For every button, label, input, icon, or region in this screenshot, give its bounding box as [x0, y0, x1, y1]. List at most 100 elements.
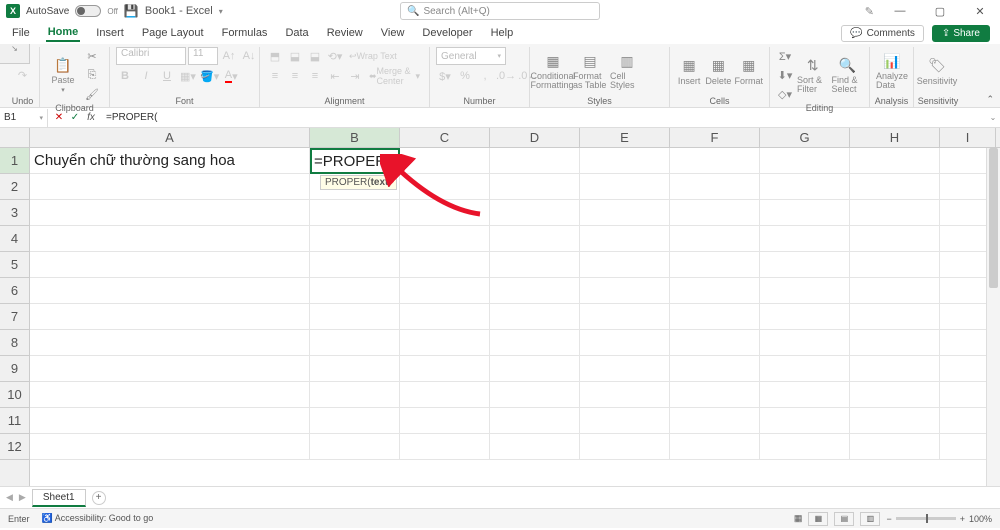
row-header-10[interactable]: 10 — [0, 382, 29, 408]
cell-F5[interactable] — [670, 252, 760, 278]
cell-D12[interactable] — [490, 434, 580, 460]
col-header-A[interactable]: A — [30, 128, 310, 147]
align-left-button[interactable]: ≡ — [266, 67, 284, 85]
cell-B5[interactable] — [310, 252, 400, 278]
cell-C11[interactable] — [400, 408, 490, 434]
tab-help[interactable]: Help — [489, 25, 516, 41]
col-header-B[interactable]: B — [310, 128, 400, 147]
clear-button[interactable]: ◇▾ — [776, 85, 794, 103]
tab-page-layout[interactable]: Page Layout — [140, 25, 206, 41]
select-all-corner[interactable] — [0, 128, 30, 148]
cell-E10[interactable] — [580, 382, 670, 408]
autosum-button[interactable]: Σ▾ — [776, 47, 794, 65]
italic-button[interactable]: I — [137, 67, 155, 85]
paste-button[interactable]: 📋 Paste ▾ — [46, 52, 80, 98]
cell-E6[interactable] — [580, 278, 670, 304]
autosave-toggle[interactable] — [75, 5, 101, 17]
cell-D10[interactable] — [490, 382, 580, 408]
sheet-nav-next[interactable]: ▶ — [19, 492, 26, 503]
col-header-I[interactable]: I — [940, 128, 996, 147]
cell-H8[interactable] — [850, 330, 940, 356]
cell-C10[interactable] — [400, 382, 490, 408]
cell-A12[interactable] — [30, 434, 310, 460]
cell-C2[interactable] — [400, 174, 490, 200]
row-header-2[interactable]: 2 — [0, 174, 29, 200]
cell-D7[interactable] — [490, 304, 580, 330]
analyze-data-button[interactable]: 📊Analyze Data — [876, 48, 908, 94]
maximize-button[interactable]: ▢ — [926, 1, 954, 21]
cell-G9[interactable] — [760, 356, 850, 382]
cell-H1[interactable] — [850, 148, 940, 174]
cell-A4[interactable] — [30, 226, 310, 252]
indent-dec-button[interactable]: ⇤ — [326, 67, 344, 85]
cell-G2[interactable] — [760, 174, 850, 200]
cell-A11[interactable] — [30, 408, 310, 434]
wrap-text-button[interactable]: ↩ Wrap Text — [346, 47, 400, 65]
font-color-button[interactable]: A▾ — [222, 67, 240, 85]
cell-H5[interactable] — [850, 252, 940, 278]
insert-cells-button[interactable]: ▦Insert — [676, 48, 702, 94]
cell-G8[interactable] — [760, 330, 850, 356]
delete-cells-button[interactable]: ▦Delete — [705, 48, 731, 94]
cell-F6[interactable] — [670, 278, 760, 304]
align-right-button[interactable]: ≡ — [306, 67, 324, 85]
sheet-nav-prev[interactable]: ◀ — [6, 492, 13, 503]
cell-F1[interactable] — [670, 148, 760, 174]
row-header-11[interactable]: 11 — [0, 408, 29, 434]
tab-review[interactable]: Review — [325, 25, 365, 41]
cell-B4[interactable] — [310, 226, 400, 252]
cell-C1[interactable] — [400, 148, 490, 174]
fill-button[interactable]: ⬇▾ — [776, 66, 794, 84]
cell-H2[interactable] — [850, 174, 940, 200]
cell-C8[interactable] — [400, 330, 490, 356]
col-header-E[interactable]: E — [580, 128, 670, 147]
tab-home[interactable]: Home — [46, 24, 81, 42]
cell-B6[interactable] — [310, 278, 400, 304]
merge-button[interactable]: ⬌ Merge & Center▾ — [366, 67, 423, 85]
row-header-5[interactable]: 5 — [0, 252, 29, 278]
row-header-3[interactable]: 3 — [0, 200, 29, 226]
cell-E12[interactable] — [580, 434, 670, 460]
align-bottom-button[interactable]: ⬓ — [306, 47, 324, 65]
save-icon[interactable]: 💾 — [124, 4, 139, 18]
tab-data[interactable]: Data — [283, 25, 310, 41]
tab-developer[interactable]: Developer — [420, 25, 474, 41]
cell-F7[interactable] — [670, 304, 760, 330]
tab-formulas[interactable]: Formulas — [220, 25, 270, 41]
cell-G7[interactable] — [760, 304, 850, 330]
format-painter-button[interactable]: 🖌 — [83, 85, 101, 103]
cell-E3[interactable] — [580, 200, 670, 226]
col-header-D[interactable]: D — [490, 128, 580, 147]
tab-insert[interactable]: Insert — [94, 25, 126, 41]
cell-C12[interactable] — [400, 434, 490, 460]
cell-G10[interactable] — [760, 382, 850, 408]
cell-E9[interactable] — [580, 356, 670, 382]
scrollbar-thumb[interactable] — [989, 148, 998, 288]
cell-G5[interactable] — [760, 252, 850, 278]
border-button[interactable]: ▦▾ — [179, 67, 197, 85]
cell-G1[interactable] — [760, 148, 850, 174]
cell-D1[interactable] — [490, 148, 580, 174]
display-settings-icon[interactable]: ▦ — [794, 513, 803, 524]
font-select[interactable]: Calibri — [116, 47, 186, 65]
cell-D6[interactable] — [490, 278, 580, 304]
inc-decimal-button[interactable]: .0→ — [496, 67, 516, 85]
row-header-6[interactable]: 6 — [0, 278, 29, 304]
close-button[interactable]: ✕ — [966, 1, 994, 21]
row-header-9[interactable]: 9 — [0, 356, 29, 382]
number-format-select[interactable]: General▾ — [436, 47, 506, 65]
comments-button[interactable]: 💬Comments — [841, 25, 924, 42]
share-button[interactable]: ⇪Share — [932, 25, 990, 42]
cell-G11[interactable] — [760, 408, 850, 434]
cell-H12[interactable] — [850, 434, 940, 460]
cell-C4[interactable] — [400, 226, 490, 252]
cell-B1[interactable]: =PROPER( — [310, 148, 400, 174]
copy-button[interactable]: ⎘ — [83, 66, 101, 84]
cell-F8[interactable] — [670, 330, 760, 356]
cell-A8[interactable] — [30, 330, 310, 356]
cell-E5[interactable] — [580, 252, 670, 278]
page-break-view-button[interactable]: ▥ — [860, 512, 880, 526]
percent-button[interactable]: % — [456, 67, 474, 85]
cell-C7[interactable] — [400, 304, 490, 330]
cell-F12[interactable] — [670, 434, 760, 460]
